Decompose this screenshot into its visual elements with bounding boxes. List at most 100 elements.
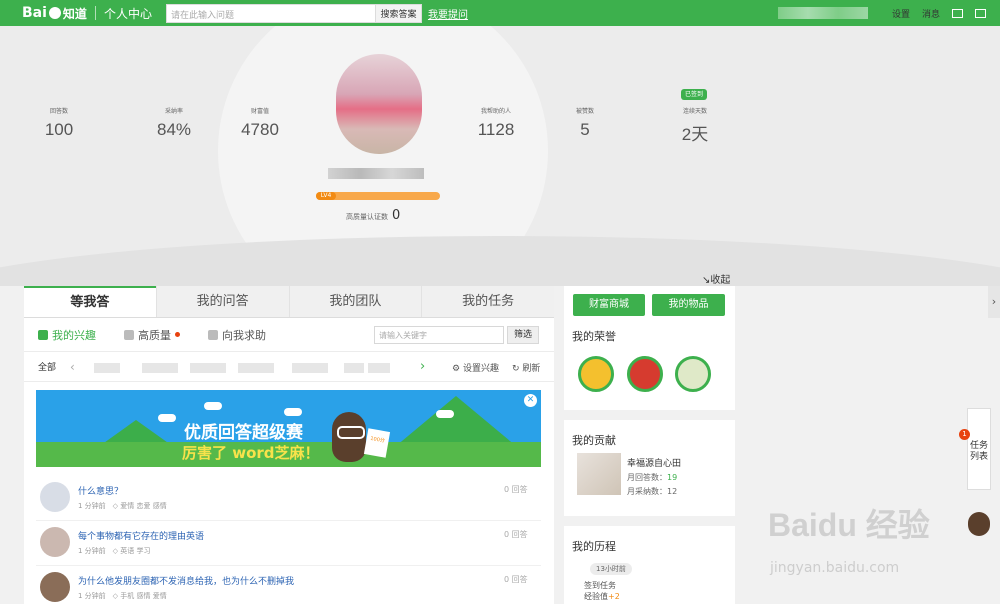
question-tags[interactable]: 英语 学习 <box>120 547 150 555</box>
question-meta: 1 分钟前 ◇ 手机 感情 爱情 <box>78 592 167 600</box>
task-list-float[interactable]: 任务列表 <box>967 408 991 490</box>
category-item[interactable] <box>238 363 274 373</box>
category-item[interactable] <box>344 363 364 373</box>
stat-label: 被赞数 <box>575 108 594 115</box>
question-title[interactable]: 为什么他发朋友圈都不发消息给我，也为什么不删掉我 <box>78 574 294 587</box>
stat-helped: 我帮助的人 1128 <box>471 106 521 140</box>
stat-streak: 连续天数 2天 <box>676 106 714 145</box>
search-button[interactable]: 搜索答案 <box>375 3 422 23</box>
logo-text: Bai <box>22 5 47 21</box>
medal-icon[interactable] <box>627 356 663 392</box>
wealth-mall-button[interactable]: 财富商城 <box>573 294 645 316</box>
question-title[interactable]: 什么意思？ <box>78 484 123 497</box>
history-time: 13小时前 <box>590 563 632 575</box>
history-exp-value: +2 <box>608 592 620 601</box>
stat-label: 财富值 <box>250 108 269 115</box>
stat-value: 100 <box>44 120 74 139</box>
cloud-icon <box>436 410 454 418</box>
category-item[interactable] <box>368 363 390 373</box>
ask-question-link[interactable]: 我要提问 <box>428 6 468 21</box>
collapse-button[interactable]: ↘收起 <box>702 271 730 286</box>
month-adopted: 月采纳数：12 <box>627 486 677 497</box>
tab-my-team[interactable]: 我的团队 <box>288 286 422 317</box>
tab-wait-answer[interactable]: 等我答 <box>24 286 156 317</box>
username-blurred[interactable] <box>778 7 868 19</box>
list-item[interactable]: 什么意思？ 1 分钟前 ◇ 爱情 恋爱 感情 0 回答 <box>36 476 541 521</box>
medal-icon[interactable] <box>578 356 614 392</box>
my-items-button[interactable]: 我的物品 <box>652 294 725 316</box>
subtab-label: 我的兴趣 <box>52 328 96 342</box>
list-item[interactable]: 每个事物都有它存在的理由英语 1 分钟前 ◇ 英语 学习 0 回答 <box>36 521 541 566</box>
watermark-logo: Baidu 经验 <box>768 507 930 543</box>
mascot-icon[interactable] <box>968 512 990 536</box>
level-badge: LV4 <box>316 192 336 200</box>
question-time: 1 分钟前 <box>78 502 106 510</box>
list-item[interactable]: 为什么他发朋友圈都不发消息给我，也为什么不删掉我 1 分钟前 ◇ 手机 感情 爱… <box>36 566 541 604</box>
chevron-right-icon[interactable]: › <box>420 359 425 374</box>
main-card: 等我答 我的问答 我的团队 我的任务 我的兴趣 高质量 向我求助 请输入关键字 … <box>24 286 554 604</box>
stat-value: 4780 <box>241 120 279 139</box>
stat-value: 2天 <box>681 125 709 144</box>
stat-label: 我帮助的人 <box>480 108 511 115</box>
tab-my-tasks[interactable]: 我的任务 <box>421 286 554 317</box>
month-answers-label: 月回答数： <box>627 473 667 482</box>
stat-adoption: 采纳率 84% <box>152 106 196 140</box>
subtab-high-quality[interactable]: 高质量 <box>124 327 180 343</box>
task-count-badge: 1 <box>959 429 970 440</box>
promo-banner[interactable]: 优质回答超级赛 厉害了 word芝麻！ 100分 ✕ <box>36 390 541 467</box>
stat-value: 1128 <box>477 120 515 139</box>
question-meta: 1 分钟前 ◇ 英语 学习 <box>78 547 151 555</box>
messages-link[interactable]: 消息 <box>922 7 940 20</box>
question-tags[interactable]: 爱情 恋爱 感情 <box>120 502 166 510</box>
tab-my-qa[interactable]: 我的问答 <box>155 286 289 317</box>
category-item[interactable] <box>190 363 226 373</box>
stat-value: 84% <box>156 120 192 139</box>
avatar[interactable] <box>40 572 70 602</box>
refresh-button[interactable]: ↻ 刷新 <box>512 361 540 374</box>
profile-hero <box>0 26 1000 286</box>
medal-icon[interactable] <box>675 356 711 392</box>
category-item[interactable] <box>142 363 178 373</box>
month-answers-value: 19 <box>667 473 678 482</box>
question-tags[interactable]: 手机 感情 爱情 <box>120 592 166 600</box>
subtab-help-me[interactable]: 向我求助 <box>208 327 266 343</box>
category-item[interactable] <box>292 363 328 373</box>
contribution-name[interactable]: 幸福源自心田 <box>627 456 681 469</box>
cloud-icon <box>158 414 176 422</box>
avatar[interactable] <box>336 54 422 154</box>
category-item[interactable] <box>94 363 120 373</box>
signed-in-badge: 已签到 <box>681 89 707 100</box>
keyword-input[interactable]: 请输入关键字 <box>374 326 504 344</box>
category-row: 全部 ‹ › ⚙ 设置兴趣 ↻ 刷新 <box>24 352 554 382</box>
hero-hill <box>0 236 1000 286</box>
question-title[interactable]: 每个事物都有它存在的理由英语 <box>78 529 204 542</box>
filter-button[interactable]: 筛选 <box>507 326 539 344</box>
personal-center-link[interactable]: 个人中心 <box>104 5 152 22</box>
interest-icon <box>38 329 48 340</box>
chevron-left-icon[interactable]: ‹ <box>70 360 75 374</box>
month-answers: 月回答数：19 <box>627 472 677 483</box>
answer-count: 0 回答 <box>504 575 528 584</box>
history-task: 签到任务 <box>584 581 616 590</box>
category-all[interactable]: 全部 <box>38 360 56 373</box>
avatar[interactable] <box>40 482 70 512</box>
mail-icon[interactable] <box>952 8 963 18</box>
baidu-zhidao-logo[interactable]: Bai 知道 <box>22 5 87 22</box>
stat-answers: 回答数 100 <box>40 106 78 140</box>
avatar[interactable] <box>40 527 70 557</box>
stat-likes: 被赞数 5 <box>570 106 600 140</box>
score-paper: 100分 <box>363 428 391 458</box>
subtab-interest[interactable]: 我的兴趣 <box>38 327 96 343</box>
search-input[interactable]: 请在此输入问题 <box>165 3 376 23</box>
inbox-icon[interactable] <box>975 8 986 18</box>
chevron-right-icon[interactable]: › <box>988 286 1000 318</box>
banner-subtitle: 厉害了 word芝麻！ <box>182 444 320 462</box>
settings-link[interactable]: 设置 <box>892 7 910 20</box>
contribution-image[interactable] <box>577 453 621 495</box>
stat-label: 采纳率 <box>164 108 183 115</box>
question-list: 什么意思？ 1 分钟前 ◇ 爱情 恋爱 感情 0 回答 每个事物都有它存在的理由… <box>36 476 541 604</box>
close-icon[interactable]: ✕ <box>524 394 537 407</box>
subtab-label: 向我求助 <box>222 328 266 342</box>
honor-title: 我的荣誉 <box>572 330 616 343</box>
set-interest-button[interactable]: ⚙ 设置兴趣 <box>452 361 499 374</box>
